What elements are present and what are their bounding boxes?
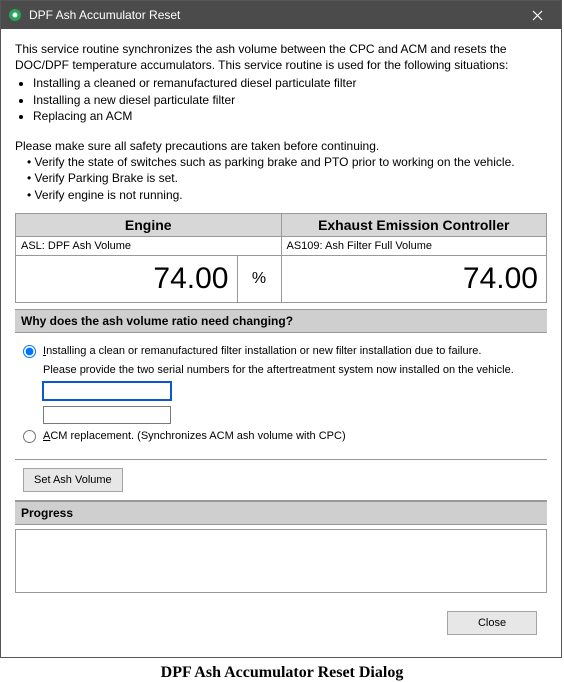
dialog-body: This service routine synchronizes the as… <box>1 29 561 657</box>
engine-panel-sublabel: ASL: DPF Ash Volume <box>16 237 281 256</box>
app-icon <box>7 7 23 23</box>
intro-bullet: Installing a cleaned or remanufactured d… <box>33 75 547 91</box>
engine-panel-header: Engine <box>16 214 281 237</box>
option-filter-install-label: Installing a clean or remanufactured fil… <box>43 345 481 357</box>
exhaust-panel-header: Exhaust Emission Controller <box>282 214 547 237</box>
intro-text: This service routine synchronizes the as… <box>15 41 547 203</box>
engine-panel: Engine ASL: DPF Ash Volume 74.00 % <box>16 214 281 302</box>
option-acm-replacement-radio[interactable] <box>23 430 36 443</box>
precaution-bullet: Verify Parking Brake is set. <box>27 170 547 186</box>
intro-bullet: Installing a new diesel particulate filt… <box>33 92 547 108</box>
option-filter-install-radio[interactable] <box>23 345 36 358</box>
precaution-bullets: Verify the state of switches such as par… <box>15 154 547 203</box>
option-acm-replacement[interactable]: ACM replacement. (Synchronizes ACM ash v… <box>23 430 539 443</box>
option-acm-replacement-label: ACM replacement. (Synchronizes ACM ash v… <box>43 430 346 442</box>
precaution-bullet: Verify the state of switches such as par… <box>27 154 547 170</box>
intro-bullets: Installing a cleaned or remanufactured d… <box>15 75 547 124</box>
progress-box <box>15 529 547 593</box>
exhaust-panel: Exhaust Emission Controller AS109: Ash F… <box>281 214 547 302</box>
options-group: Installing a clean or remanufactured fil… <box>15 333 547 460</box>
set-ash-volume-button[interactable]: Set Ash Volume <box>23 468 123 492</box>
precaution-bullet: Verify engine is not running. <box>27 187 547 203</box>
precaution-paragraph: Please make sure all safety precautions … <box>15 138 547 154</box>
value-panels: Engine ASL: DPF Ash Volume 74.00 % Exhau… <box>15 213 547 303</box>
engine-ash-value: 74.00 <box>16 256 237 302</box>
dialog-window: DPF Ash Accumulator Reset This service r… <box>0 0 562 658</box>
serial-instruction: Please provide the two serial numbers fo… <box>43 364 539 376</box>
exhaust-ash-value: 74.00 <box>282 256 547 302</box>
figure-caption: DPF Ash Accumulator Reset Dialog <box>0 664 564 682</box>
serial-number-2-input[interactable] <box>43 406 171 424</box>
close-button[interactable]: Close <box>447 611 537 635</box>
intro-bullet: Replacing an ACM <box>33 108 547 124</box>
close-icon[interactable] <box>519 1 555 29</box>
titlebar: DPF Ash Accumulator Reset <box>1 1 561 29</box>
question-header: Why does the ash volume ratio need chang… <box>15 309 547 333</box>
window-title: DPF Ash Accumulator Reset <box>29 8 519 22</box>
engine-ash-unit: % <box>237 256 281 302</box>
serial-number-1-input[interactable] <box>43 382 171 400</box>
intro-paragraph: This service routine synchronizes the as… <box>15 41 547 73</box>
exhaust-panel-sublabel: AS109: Ash Filter Full Volume <box>282 237 547 256</box>
progress-header: Progress <box>15 501 547 525</box>
option-filter-install[interactable]: Installing a clean or remanufactured fil… <box>23 345 539 358</box>
